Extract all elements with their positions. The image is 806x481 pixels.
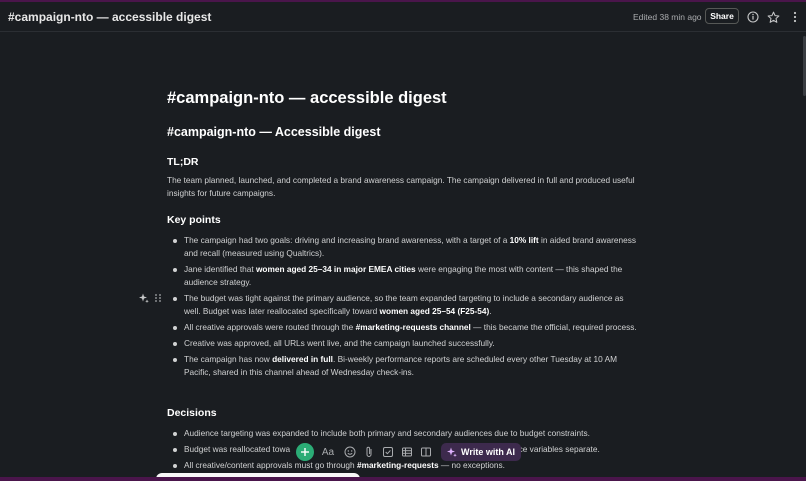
- columns-icon[interactable]: [418, 445, 433, 460]
- bullet-text: All creative approvals were routed throu…: [184, 322, 356, 332]
- list-item: The campaign had two goals: driving and …: [167, 234, 637, 260]
- bullet-text: Budget was reallocated towa: [184, 444, 291, 454]
- canvas-window: #campaign-nto — accessible digest Edited…: [0, 0, 806, 481]
- document-title: #campaign-nto — accessible digest: [167, 89, 447, 107]
- bullet-text: — this became the official, required pro…: [470, 322, 637, 332]
- bullet-text: Audience targeting was expanded to inclu…: [184, 428, 590, 438]
- tldr-heading: TL;DR: [167, 156, 199, 168]
- write-with-ai-button[interactable]: Write with AI: [441, 443, 521, 461]
- bullet-bold-text: women aged 25–34 in major EMEA cities: [255, 264, 416, 274]
- block-hover-tools: [139, 293, 163, 303]
- bullet-bold-text: delivered in full: [272, 354, 333, 364]
- scrollbar[interactable]: [801, 32, 806, 478]
- bullet-dot: [173, 357, 177, 362]
- write-with-ai-label: Write with AI: [461, 447, 515, 457]
- keypoints-list: The campaign had two goals: driving and …: [167, 234, 637, 382]
- bullet-text: .: [489, 306, 492, 316]
- star-icon[interactable]: [766, 10, 780, 24]
- sparkle-icon[interactable]: [139, 293, 149, 303]
- list-item: All creative approvals were routed throu…: [167, 321, 637, 334]
- paperclip-icon[interactable]: [361, 445, 376, 460]
- bullet-text: Jane identified that: [184, 264, 256, 274]
- bullet-bold-text: #marketing-requests channel: [355, 322, 471, 332]
- bullet-text: Creative was approved, all URLs went liv…: [184, 338, 495, 348]
- text-format-button[interactable]: Aa: [318, 445, 338, 460]
- bullet-dot: [173, 325, 177, 330]
- list-item: The campaign has now delivered in full. …: [167, 353, 637, 379]
- bullet-text: The campaign had two goals: driving and …: [184, 235, 510, 245]
- edited-timestamp: Edited 38 min ago: [633, 12, 702, 22]
- info-icon[interactable]: [746, 10, 760, 24]
- checkbox-icon[interactable]: [380, 445, 395, 460]
- table-icon[interactable]: [399, 445, 414, 460]
- emoji-icon[interactable]: [342, 445, 357, 460]
- drag-handle-icon[interactable]: [153, 293, 163, 303]
- bullet-text: The campaign has now: [184, 354, 273, 364]
- bullet-dot: [173, 463, 177, 468]
- decisions-heading: Decisions: [167, 407, 217, 419]
- list-item: Creative was approved, all URLs went liv…: [167, 337, 637, 350]
- bullet-dot: [173, 238, 177, 243]
- sparkle-icon: [447, 447, 457, 457]
- list-item: Audience targeting was expanded to inclu…: [167, 427, 637, 440]
- bullet-dot: [173, 447, 177, 452]
- more-vertical-icon[interactable]: [788, 10, 802, 24]
- share-button[interactable]: Share: [705, 8, 739, 24]
- bottom-accent-bar: [0, 477, 806, 481]
- canvas-header: #campaign-nto — accessible digest Edited…: [0, 2, 806, 32]
- keypoints-heading: Key points: [167, 214, 221, 226]
- document-subtitle: #campaign-nto — Accessible digest: [167, 125, 381, 139]
- bullet-bold-text: 10% lift: [509, 235, 539, 245]
- bullet-bold-text: women aged 25–54 (F25-54): [379, 306, 490, 316]
- bullet-text: nce variables separate.: [514, 444, 600, 454]
- list-item: The budget was tight against the primary…: [167, 292, 637, 318]
- plus-icon[interactable]: [296, 443, 314, 461]
- insert-toolbar: Aa Write with AI: [296, 442, 521, 462]
- bullet-dot: [173, 296, 177, 301]
- canvas-header-title: #campaign-nto — accessible digest: [8, 10, 212, 24]
- bullet-dot: [173, 341, 177, 346]
- list-item: Jane identified that women aged 25–34 in…: [167, 263, 637, 289]
- bullet-dot: [173, 267, 177, 272]
- tldr-text: The team planned, launched, and complete…: [167, 175, 635, 198]
- bullet-dot: [173, 431, 177, 436]
